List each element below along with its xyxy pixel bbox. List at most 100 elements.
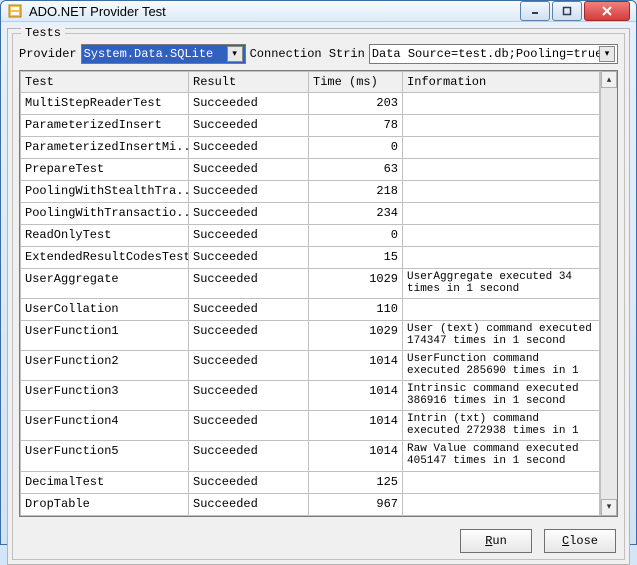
results-grid-wrap: Test Result Time (ms) Information MultiS… (19, 70, 618, 517)
cell-info (403, 247, 600, 269)
col-header-info[interactable]: Information (403, 72, 600, 93)
cell-result: Succeeded (189, 225, 309, 247)
cell-time: 1014 (309, 381, 403, 411)
cell-result: Succeeded (189, 115, 309, 137)
table-row[interactable]: UserFunction3Succeeded1014Intrinsic comm… (21, 381, 600, 411)
cell-info (403, 225, 600, 247)
close-window-button[interactable] (584, 1, 630, 21)
table-row[interactable]: UserCollationSucceeded110 (21, 299, 600, 321)
cell-result: Succeeded (189, 493, 309, 515)
results-grid[interactable]: Test Result Time (ms) Information MultiS… (20, 71, 600, 516)
cell-info (403, 299, 600, 321)
cell-result: Succeeded (189, 159, 309, 181)
table-row[interactable]: PoolingWithTransactio...Succeeded234 (21, 203, 600, 225)
table-row[interactable]: UserFunction1Succeeded1029User (text) co… (21, 321, 600, 351)
cell-result: Succeeded (189, 137, 309, 159)
cell-time: 63 (309, 159, 403, 181)
cell-test: UserFunction1 (21, 321, 189, 351)
close-button[interactable]: Close (544, 529, 616, 553)
cell-info: Intrin (txt) command executed 272938 tim… (403, 411, 600, 441)
cell-test: UserFunction3 (21, 381, 189, 411)
app-icon (7, 3, 23, 19)
col-header-time[interactable]: Time (ms) (309, 72, 403, 93)
cell-time: 203 (309, 93, 403, 115)
table-row[interactable]: ReadOnlyTestSucceeded0 (21, 225, 600, 247)
chevron-down-icon[interactable]: ▾ (599, 46, 615, 62)
col-header-result[interactable]: Result (189, 72, 309, 93)
groupbox-label: Tests (21, 26, 65, 40)
cell-time: 15 (309, 247, 403, 269)
cell-info: Intrinsic command executed 386916 times … (403, 381, 600, 411)
scroll-down-icon[interactable]: ▾ (601, 499, 617, 516)
table-row[interactable]: DropTableSucceeded967 (21, 493, 600, 515)
cell-test: DropTable (21, 493, 189, 515)
table-row[interactable]: UserFunction5Succeeded1014Raw Value comm… (21, 441, 600, 471)
cell-time: 1029 (309, 269, 403, 299)
cell-test: DecimalTest (21, 471, 189, 493)
table-row[interactable]: UserFunction4Succeeded1014Intrin (txt) c… (21, 411, 600, 441)
cell-time: 234 (309, 203, 403, 225)
table-row[interactable]: PrepareTestSucceeded63 (21, 159, 600, 181)
provider-select[interactable]: System.Data.SQLite ▾ (81, 44, 246, 64)
cell-test: PoolingWithTransactio... (21, 203, 189, 225)
cell-time: 1014 (309, 441, 403, 471)
titlebar[interactable]: ADO.NET Provider Test (1, 1, 636, 22)
cell-test: MultiStepReaderTest (21, 93, 189, 115)
cell-info: UserFunction command executed 285690 tim… (403, 351, 600, 381)
toolbar: Provider System.Data.SQLite ▾ Connection… (13, 34, 624, 70)
cell-time: 218 (309, 181, 403, 203)
cell-result: Succeeded (189, 181, 309, 203)
cell-time: 0 (309, 225, 403, 247)
cell-test: ExtendedResultCodesTest (21, 247, 189, 269)
window-title: ADO.NET Provider Test (29, 4, 520, 19)
cell-info (403, 137, 600, 159)
cell-test: ParameterizedInsert (21, 115, 189, 137)
cell-time: 1014 (309, 411, 403, 441)
col-header-test[interactable]: Test (21, 72, 189, 93)
tests-groupbox: Tests Provider System.Data.SQLite ▾ Conn… (12, 33, 625, 560)
connection-string-input[interactable]: Data Source=test.db;Pooling=true;FailIfM… (369, 44, 618, 64)
grid-header-row: Test Result Time (ms) Information (21, 72, 600, 93)
cell-time: 967 (309, 493, 403, 515)
cell-info (403, 115, 600, 137)
cell-info (403, 471, 600, 493)
cell-result: Succeeded (189, 381, 309, 411)
cell-info (403, 159, 600, 181)
cell-test: PrepareTest (21, 159, 189, 181)
connection-string-value: Data Source=test.db;Pooling=true;FailIfM (372, 47, 599, 61)
footer: Run Close (13, 523, 624, 559)
cell-time: 78 (309, 115, 403, 137)
cell-time: 1014 (309, 351, 403, 381)
provider-label: Provider (19, 47, 77, 61)
table-row[interactable]: ExtendedResultCodesTestSucceeded15 (21, 247, 600, 269)
cell-result: Succeeded (189, 321, 309, 351)
chevron-down-icon[interactable]: ▾ (227, 46, 243, 62)
client-area: Tests Provider System.Data.SQLite ▾ Conn… (7, 28, 630, 565)
cell-test: ParameterizedInsertMi... (21, 137, 189, 159)
cell-info: UserAggregate executed 34 times in 1 sec… (403, 269, 600, 299)
table-row[interactable]: MultiStepReaderTestSucceeded203 (21, 93, 600, 115)
table-row[interactable]: ParameterizedInsertSucceeded78 (21, 115, 600, 137)
table-row[interactable]: UserFunction2Succeeded1014UserFunction c… (21, 351, 600, 381)
cell-info: Raw Value command executed 405147 times … (403, 441, 600, 471)
cell-test: UserAggregate (21, 269, 189, 299)
cell-result: Succeeded (189, 203, 309, 225)
cell-test: PoolingWithStealthTra... (21, 181, 189, 203)
table-row[interactable]: PoolingWithStealthTra...Succeeded218 (21, 181, 600, 203)
table-row[interactable]: UserAggregateSucceeded1029UserAggregate … (21, 269, 600, 299)
cell-result: Succeeded (189, 471, 309, 493)
table-row[interactable]: ParameterizedInsertMi...Succeeded0 (21, 137, 600, 159)
cell-info (403, 93, 600, 115)
run-button[interactable]: Run (460, 529, 532, 553)
maximize-button[interactable] (552, 1, 582, 21)
cell-time: 110 (309, 299, 403, 321)
provider-value: System.Data.SQLite (84, 47, 214, 61)
cell-result: Succeeded (189, 351, 309, 381)
cell-result: Succeeded (189, 269, 309, 299)
scroll-up-icon[interactable]: ▴ (601, 71, 617, 88)
table-row[interactable]: DecimalTestSucceeded125 (21, 471, 600, 493)
cell-info (403, 203, 600, 225)
minimize-button[interactable] (520, 1, 550, 21)
vertical-scrollbar[interactable]: ▴ ▾ (600, 71, 617, 516)
cell-test: UserFunction5 (21, 441, 189, 471)
